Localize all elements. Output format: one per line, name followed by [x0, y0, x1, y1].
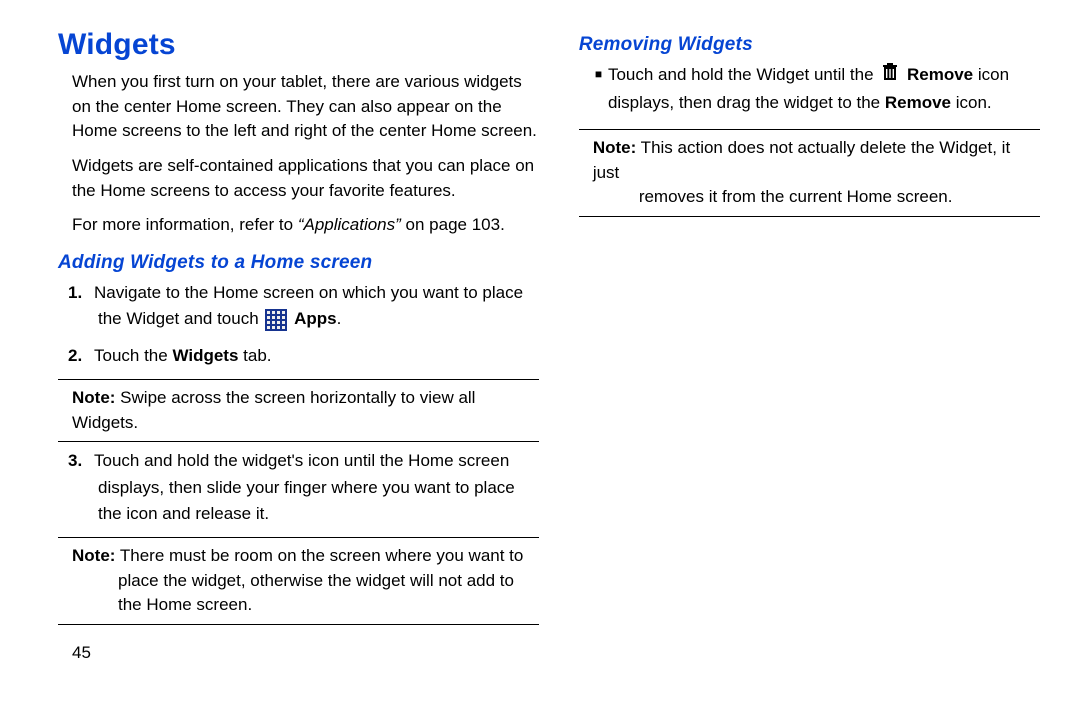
- bullet-text-a: Touch and hold the Widget until the: [608, 65, 878, 84]
- step-2: 2.Touch the Widgets tab.: [98, 343, 539, 369]
- bullet-text-c: icon.: [951, 93, 992, 112]
- remove-label-2: Remove: [885, 93, 951, 112]
- note-1-label: Note:: [72, 388, 115, 407]
- step-2-text-a: Touch the: [94, 346, 172, 365]
- subheading-removing: Removing Widgets: [579, 34, 1040, 56]
- divider: [579, 216, 1040, 217]
- step-1-apps-label: Apps: [294, 309, 337, 328]
- divider: [579, 129, 1040, 130]
- ref-suffix: on page 103.: [401, 215, 505, 234]
- step-1-dot: .: [337, 309, 342, 328]
- adding-steps: 1.Navigate to the Home screen on which y…: [58, 280, 539, 369]
- remove-label-1: Remove: [907, 65, 973, 84]
- left-column: Widgets When you first turn on your tabl…: [58, 28, 539, 663]
- step-3-text: Touch and hold the widget's icon until t…: [94, 451, 515, 523]
- manual-page: Widgets When you first turn on your tabl…: [0, 0, 1080, 683]
- heading-widgets: Widgets: [58, 28, 539, 62]
- note-1-text: Swipe across the screen horizontally to …: [72, 388, 475, 432]
- remove-note-line1: This action does not actually delete the…: [593, 138, 1010, 182]
- step-1: 1.Navigate to the Home screen on which y…: [98, 280, 539, 333]
- trash-icon: [881, 62, 899, 90]
- removing-bullet-text: Touch and hold the Widget until the Remo…: [608, 62, 1040, 115]
- subheading-adding: Adding Widgets to a Home screen: [58, 252, 539, 274]
- note-2-line2: place the widget, otherwise the widget w…: [72, 569, 539, 618]
- step-1-number: 1.: [68, 280, 94, 306]
- note-2: Note: There must be room on the screen w…: [58, 544, 539, 618]
- divider: [58, 537, 539, 538]
- remove-note: Note: This action does not actually dele…: [579, 136, 1040, 210]
- note-2-label: Note:: [72, 546, 115, 565]
- divider: [58, 441, 539, 442]
- remove-note-line2: removes it from the current Home screen.: [593, 185, 1040, 210]
- adding-steps-continued: 3.Touch and hold the widget's icon until…: [58, 448, 539, 527]
- ref-quoted: “Applications”: [298, 215, 401, 234]
- right-column: Removing Widgets ■ Touch and hold the Wi…: [579, 28, 1040, 663]
- removing-bullet: ■ Touch and hold the Widget until the Re…: [579, 62, 1040, 115]
- note-1: Note: Swipe across the screen horizontal…: [58, 386, 539, 435]
- remove-note-label: Note:: [593, 138, 636, 157]
- reference-line: For more information, refer to “Applicat…: [58, 213, 539, 238]
- step-3-number: 3.: [68, 448, 94, 474]
- step-2-number: 2.: [68, 343, 94, 369]
- divider: [58, 379, 539, 380]
- step-2-widgets-label: Widgets: [172, 346, 238, 365]
- note-2-line1: There must be room on the screen where y…: [115, 546, 523, 565]
- divider: [58, 624, 539, 625]
- step-2-text-b: tab.: [238, 346, 271, 365]
- intro-paragraph-2: Widgets are self-contained applications …: [58, 154, 539, 203]
- ref-prefix: For more information, refer to: [72, 215, 298, 234]
- bullet-icon: ■: [595, 62, 608, 115]
- apps-grid-icon: [265, 309, 287, 331]
- intro-paragraph-1: When you first turn on your tablet, ther…: [58, 70, 539, 144]
- step-3: 3.Touch and hold the widget's icon until…: [98, 448, 539, 527]
- page-number: 45: [58, 643, 539, 663]
